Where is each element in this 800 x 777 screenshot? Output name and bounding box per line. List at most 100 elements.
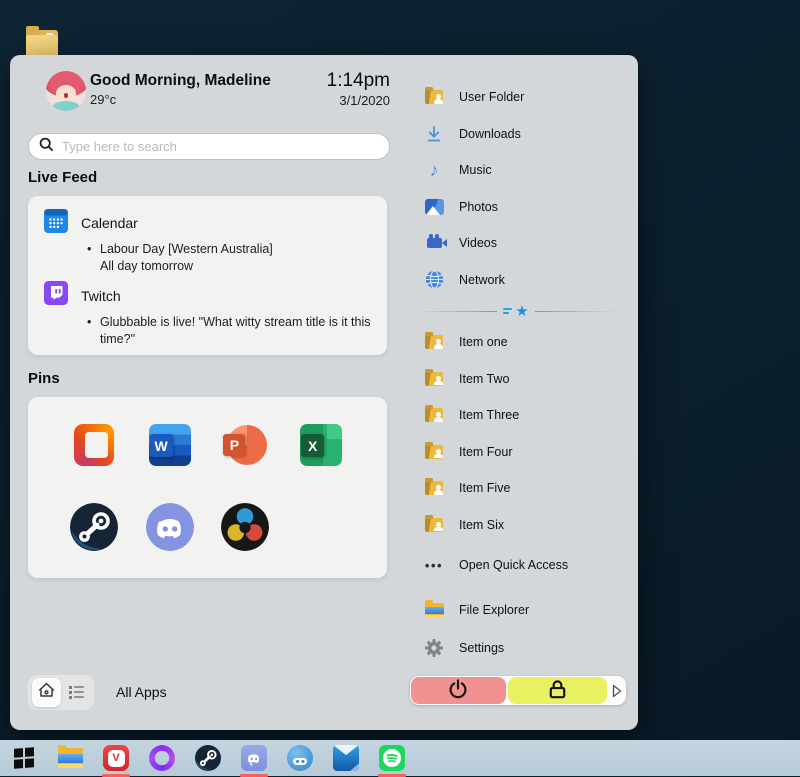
pinned-folder-item[interactable]: Item Four [410, 434, 626, 471]
greeting-block: Good Morning, Madeline 29°c [90, 72, 271, 107]
search-input[interactable] [62, 139, 379, 154]
pin-discord[interactable] [146, 503, 194, 551]
pinned-folder-item[interactable]: Item Three [410, 397, 626, 434]
user-folder-icon [423, 481, 445, 495]
taskbar-franz[interactable] [287, 745, 313, 771]
start-menu-left-column: Good Morning, Madeline 29°c 1:14pm 3/1/2… [28, 55, 390, 730]
quick-link-label: Network [459, 273, 505, 287]
user-folder-icon [423, 90, 445, 104]
pin-steam[interactable] [70, 503, 118, 551]
taskbar-file-explorer[interactable] [57, 745, 83, 771]
taskbar-steam[interactable] [195, 745, 221, 771]
pin-powerpoint[interactable]: P [221, 421, 269, 469]
pinned-folder-label: Item Four [459, 445, 513, 459]
start-menu-panel: Good Morning, Madeline 29°c 1:14pm 3/1/2… [10, 55, 638, 730]
quick-link-downloads[interactable]: Downloads [410, 116, 626, 153]
file-explorer-row: File Explorer [410, 592, 626, 629]
user-folder-icon [423, 372, 445, 386]
start-button[interactable] [11, 745, 37, 771]
star-speed-lines [503, 308, 512, 314]
quick-link-label: Photos [459, 200, 498, 214]
ellipsis-icon: ••• [423, 558, 445, 573]
open-quick-access-row: ••• Open Quick Access [410, 547, 626, 584]
davinci-resolve-icon [221, 503, 269, 556]
feed-calendar-row[interactable]: Calendar [44, 211, 371, 235]
photos-icon [423, 199, 445, 215]
feed-twitch-row[interactable]: Twitch [44, 284, 371, 308]
power-icon [447, 678, 469, 703]
pin-word[interactable]: W [146, 421, 194, 469]
open-quick-access-button[interactable]: ••• Open Quick Access [410, 547, 626, 584]
taskbar-discord[interactable] [241, 745, 267, 771]
vivaldi-icon: V [103, 745, 129, 771]
office-icon [74, 424, 114, 466]
mail-icon [333, 745, 359, 771]
user-folder-icon [423, 408, 445, 422]
taskbar-purple-ring-app[interactable] [149, 745, 175, 771]
pinned-folder-item[interactable]: Item Six [410, 507, 626, 544]
left-footer: All Apps [28, 673, 167, 711]
settings-button[interactable]: Settings [410, 630, 626, 667]
home-view-button[interactable] [32, 678, 61, 707]
user-avatar[interactable] [46, 71, 86, 111]
taskbar-spotify[interactable] [379, 745, 405, 771]
quick-links-group: User Folder Downloads ♪ Music Photos [410, 79, 626, 298]
all-apps-label: All Apps [116, 684, 167, 700]
word-icon: W [149, 424, 191, 466]
pinned-folder-label: Item Two [459, 372, 509, 386]
pinned-folder-item[interactable]: Item one [410, 324, 626, 361]
pin-excel[interactable]: X [297, 421, 345, 469]
list-view-button[interactable] [62, 678, 91, 707]
taskbar-mail[interactable] [333, 745, 359, 771]
avatar-clothes [52, 101, 81, 111]
quick-link-photos[interactable]: Photos [410, 189, 626, 226]
powerpoint-letter: P [223, 434, 245, 456]
twitch-icon [44, 281, 68, 310]
steam-icon [70, 503, 118, 556]
download-arrow-icon [423, 125, 445, 143]
search-icon [39, 137, 54, 157]
quick-link-music[interactable]: ♪ Music [410, 152, 626, 189]
pinned-folder-item[interactable]: Item Five [410, 470, 626, 507]
menu-action-label: File Explorer [459, 603, 529, 617]
pinned-folder-item[interactable]: Item Two [410, 361, 626, 398]
live-feed-card: Calendar Labour Day [Western Australia] … [28, 196, 387, 355]
file-explorer-button[interactable]: File Explorer [410, 592, 626, 629]
taskbar-vivaldi[interactable]: V [103, 745, 129, 771]
power-button[interactable] [411, 677, 506, 704]
clock-block: 1:14pm 3/1/2020 [327, 70, 390, 108]
session-expand-arrow[interactable] [609, 684, 625, 698]
quick-link-user-folder[interactable]: User Folder [410, 79, 626, 116]
desktop-folder-icon[interactable] [26, 30, 58, 58]
screen: { "header": { "greeting": "Good Morning,… [0, 0, 800, 776]
pinned-folders-group: Item one Item Two Item Three Item Four I… [410, 324, 626, 543]
pinned-folder-label: Item one [459, 335, 508, 349]
settings-row: Settings [410, 630, 626, 667]
pin-office[interactable] [70, 421, 118, 469]
section-separator: ★ [414, 303, 618, 319]
steam-icon [195, 745, 221, 776]
discord-icon [241, 745, 267, 771]
excel-letter: X [301, 434, 324, 457]
twitch-message-text: Glubbable is live! "What witty stream ti… [100, 315, 371, 346]
spotify-icon [379, 745, 405, 771]
quick-link-videos[interactable]: Videos [410, 225, 626, 262]
gear-icon [423, 638, 445, 658]
powerpoint-icon: P [223, 423, 267, 467]
globe-icon [423, 270, 445, 289]
user-folder-icon [423, 445, 445, 459]
pin-davinci-resolve[interactable] [221, 503, 269, 551]
quick-link-label: Music [459, 163, 492, 177]
quick-link-network[interactable]: Network [410, 262, 626, 299]
pinned-folder-label: Item Six [459, 518, 504, 532]
feed-calendar-body: Labour Day [Western Australia] All day t… [87, 241, 371, 276]
temperature-text: 29°c [90, 92, 271, 107]
calendar-icon [44, 209, 68, 238]
lock-button[interactable] [508, 677, 607, 704]
calendar-event-text: Labour Day [Western Australia] [100, 242, 273, 256]
star-icon: ★ [515, 304, 528, 319]
windows-logo-icon [14, 747, 34, 768]
search-bar[interactable] [28, 133, 390, 160]
user-folder-icon [423, 335, 445, 349]
user-folder-icon [423, 518, 445, 532]
